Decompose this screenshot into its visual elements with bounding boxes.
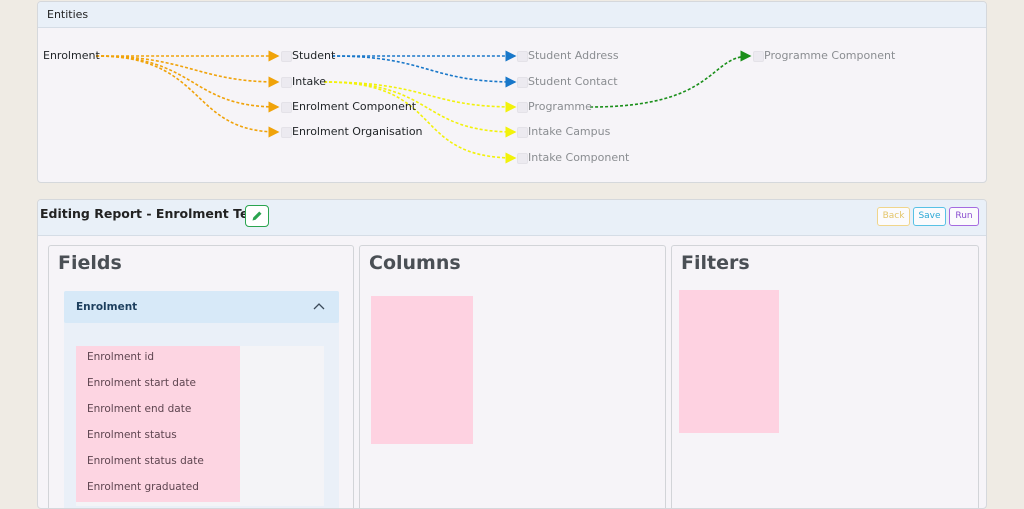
filters-heading: Filters: [681, 252, 750, 274]
field-item[interactable]: Enrolment status: [76, 424, 240, 450]
field-item[interactable]: Enrolment status date: [76, 450, 240, 476]
back-button[interactable]: Back: [877, 207, 910, 226]
fields-accordion: Enrolment Enrolment id Enrolment start d…: [64, 291, 339, 508]
entity-student-contact[interactable]: Student Contact: [528, 75, 618, 88]
accordion-title: Enrolment: [76, 301, 138, 313]
field-item[interactable]: Enrolment end date: [76, 398, 240, 424]
field-item[interactable]: Enrolment start date: [76, 372, 240, 398]
intake-component-checkbox[interactable]: [517, 153, 528, 164]
run-button[interactable]: Run: [949, 207, 979, 226]
chevron-up-icon[interactable]: [313, 302, 325, 310]
student-address-checkbox[interactable]: [517, 51, 528, 62]
student-contact-checkbox[interactable]: [517, 77, 528, 88]
field-item[interactable]: Enrolment graduated: [76, 476, 240, 502]
entity-graph: [95, 50, 752, 164]
entity-enrolment-component[interactable]: Enrolment Component: [292, 100, 416, 113]
field-list: Enrolment id Enrolment start date Enrolm…: [76, 346, 324, 506]
accordion-header[interactable]: Enrolment: [64, 291, 339, 323]
entity-intake-campus[interactable]: Intake Campus: [528, 125, 610, 138]
programme-component-checkbox[interactable]: [753, 51, 764, 62]
filters-panel: Filters: [671, 245, 979, 508]
pencil-icon: [252, 211, 262, 221]
enrolment-organisation-checkbox[interactable]: [281, 127, 292, 138]
edge-enrolment-intake: [95, 55, 280, 88]
entities-panel: Entities Enrolment Student Intake Enrolm…: [37, 1, 987, 183]
fields-heading: Fields: [58, 252, 122, 274]
columns-heading: Columns: [369, 252, 461, 274]
report-title: Editing Report - Enrolment Test: [40, 206, 262, 221]
entity-intake-component[interactable]: Intake Component: [528, 151, 629, 164]
editing-report-panel: Editing Report - Enrolment Test Back Sav…: [37, 199, 987, 509]
entity-student-address[interactable]: Student Address: [528, 49, 619, 62]
entity-intake[interactable]: Intake: [292, 75, 326, 88]
columns-panel: Columns: [359, 245, 666, 508]
field-item[interactable]: Enrolment id: [76, 346, 240, 372]
enrolment-component-checkbox[interactable]: [281, 102, 292, 113]
edge-student-contact: [331, 55, 517, 88]
entity-enrolment-organisation[interactable]: Enrolment Organisation: [292, 125, 423, 138]
entity-programme-component[interactable]: Programme Component: [764, 49, 895, 62]
columns-drop-zone[interactable]: [371, 296, 473, 444]
intake-campus-checkbox[interactable]: [517, 127, 528, 138]
programme-checkbox[interactable]: [517, 102, 528, 113]
intake-checkbox[interactable]: [281, 77, 292, 88]
entity-student[interactable]: Student: [292, 49, 335, 62]
save-button[interactable]: Save: [913, 207, 946, 226]
filters-drop-zone[interactable]: [679, 290, 779, 433]
entity-programme[interactable]: Programme: [528, 100, 592, 113]
fields-panel: Fields Enrolment Enrolment id Enrolment …: [48, 245, 354, 508]
entity-enrolment[interactable]: Enrolment: [43, 49, 100, 62]
edit-title-button[interactable]: [245, 205, 269, 227]
student-checkbox[interactable]: [281, 51, 292, 62]
editing-report-header: Editing Report - Enrolment Test Back Sav…: [38, 200, 986, 236]
